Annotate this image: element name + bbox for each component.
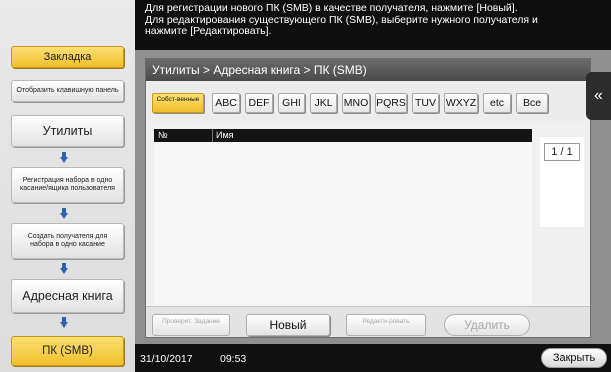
message-line: нажмите [Редактировать]. xyxy=(145,25,272,37)
address-book-button[interactable]: Адресная книга xyxy=(11,279,124,313)
tab-tuv[interactable]: TUV xyxy=(412,93,439,113)
column-separator xyxy=(212,129,213,142)
tab-jkl[interactable]: JKL xyxy=(310,93,337,113)
tab-abc[interactable]: ABC xyxy=(212,93,240,113)
down-arrow-icon xyxy=(60,152,68,163)
down-arrow-icon xyxy=(60,317,68,328)
tab-pqrs[interactable]: PQRS xyxy=(375,93,407,113)
column-name: Имя xyxy=(216,130,234,140)
left-sidebar: Закладка Отобразить клавишную панель Ути… xyxy=(0,0,135,372)
tab-ghi[interactable]: GHI xyxy=(278,93,305,113)
pc-smb-button[interactable]: ПК (SMB) xyxy=(11,336,124,366)
address-book-window: Утилиты > Адресная книга > ПК (SMB) Собс… xyxy=(145,58,591,338)
double-chevron-left-icon[interactable]: « xyxy=(586,72,611,120)
column-number: № xyxy=(158,130,168,140)
message-line: Для регистрации нового ПК (SMB) в качест… xyxy=(145,2,518,14)
action-bar: Проверит. Задание Новый Редакти-ровать У… xyxy=(146,306,590,337)
page-indicator: 1 / 1 xyxy=(544,143,580,161)
status-time: 09:53 xyxy=(220,353,247,365)
down-arrow-icon xyxy=(60,263,68,274)
status-bar: 31/10/2017 09:53 Закрыть xyxy=(135,344,611,372)
tab-etc[interactable]: etc xyxy=(483,93,511,113)
close-button[interactable]: Закрыть xyxy=(541,348,607,368)
create-destination-button[interactable]: Создать получателя для набора в одно кас… xyxy=(11,223,124,259)
tab-own[interactable]: Собст-венные xyxy=(152,93,204,113)
onetouch-registration-button[interactable]: Регистрация набора в одно касание/ящика … xyxy=(11,167,124,203)
tab-all[interactable]: Все xyxy=(516,93,548,113)
tab-wxyz[interactable]: WXYZ xyxy=(444,93,478,113)
bookmark-button[interactable]: Закладка xyxy=(11,46,124,68)
breadcrumb: Утилиты > Адресная книга > ПК (SMB) xyxy=(146,59,590,81)
new-button[interactable]: Новый xyxy=(246,314,330,336)
check-job-button[interactable]: Проверит. Задание xyxy=(152,314,230,336)
show-keypad-button[interactable]: Отобразить клавишную панель xyxy=(11,80,124,102)
tab-def[interactable]: DEF xyxy=(245,93,273,113)
delete-button[interactable]: Удалить xyxy=(444,314,530,336)
tab-mno[interactable]: MNO xyxy=(342,93,370,113)
destination-list[interactable]: № Имя xyxy=(154,129,532,305)
main-panel: Утилиты > Адресная книга > ПК (SMB) Собс… xyxy=(135,50,611,344)
utilities-button[interactable]: Утилиты xyxy=(11,115,124,147)
down-arrow-icon xyxy=(60,208,68,219)
list-header: № Имя xyxy=(154,129,532,142)
index-tabs: Собст-венные ABC DEF GHI JKL MNO PQRS TU… xyxy=(146,81,590,121)
instruction-message: Для регистрации нового ПК (SMB) в качест… xyxy=(135,0,611,50)
edit-button[interactable]: Редакти-ровать xyxy=(346,314,426,336)
status-date: 31/10/2017 xyxy=(140,353,193,365)
pager: 1 / 1 xyxy=(540,137,584,227)
